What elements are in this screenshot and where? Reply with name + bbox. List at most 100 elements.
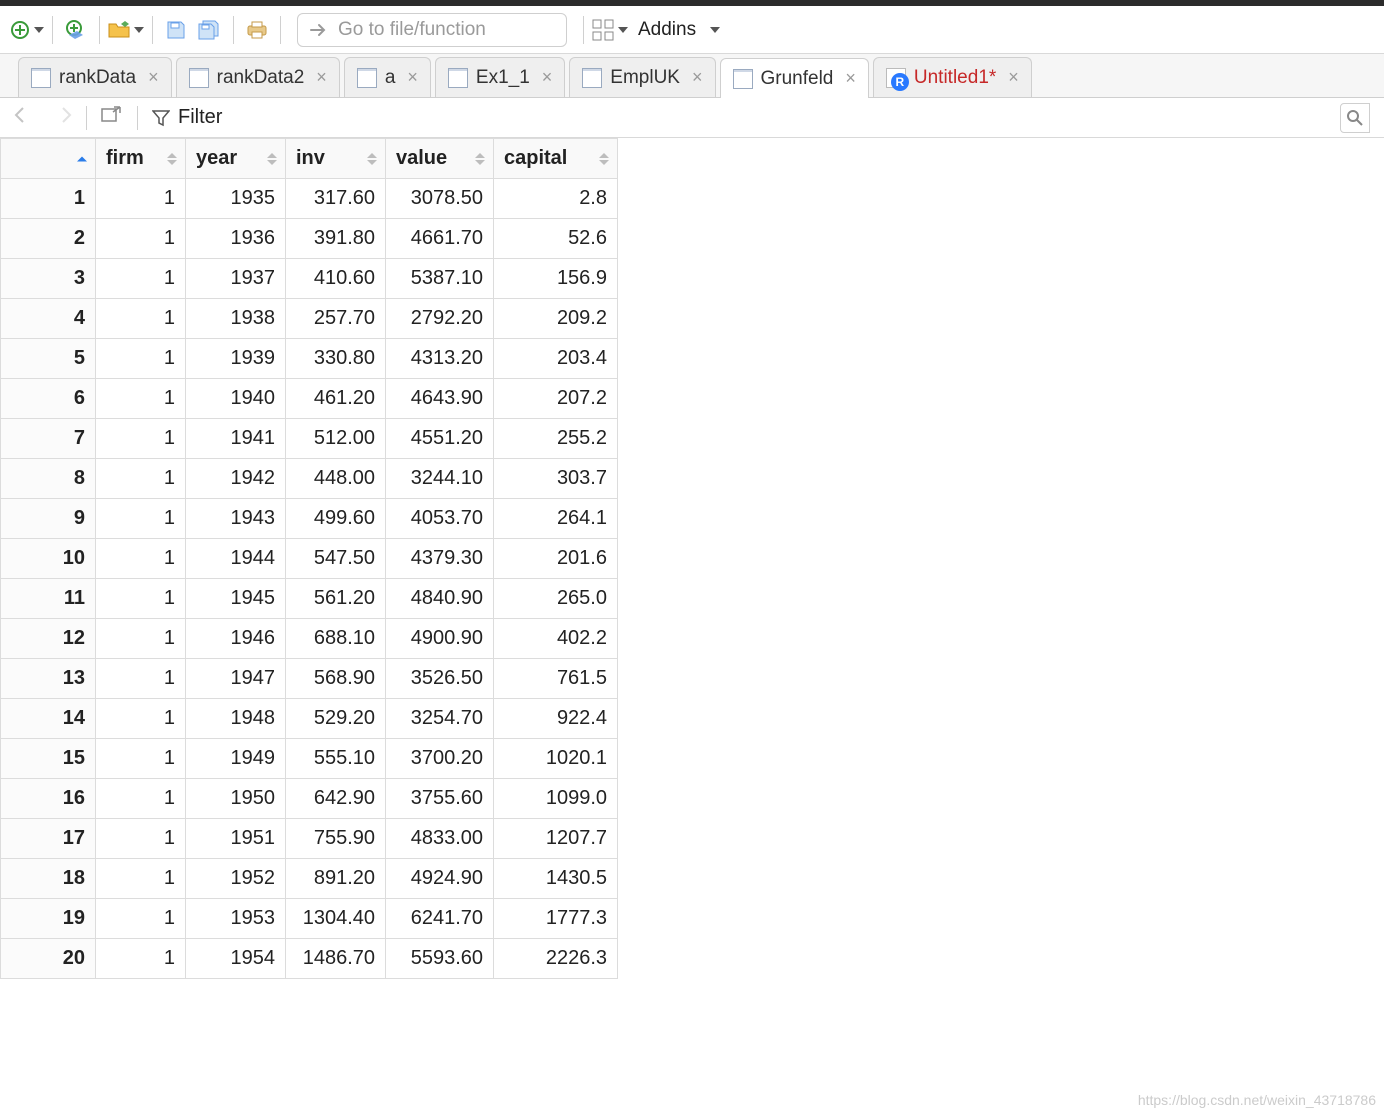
close-tab-icon[interactable]: ×: [1008, 67, 1019, 88]
cell-capital: 303.7: [494, 459, 618, 499]
popout-window-icon: [101, 106, 123, 124]
editor-tabs: rankData×rankData2×a×Ex1_1×EmplUK×Grunfe…: [0, 54, 1384, 98]
cell-rownum: 1: [1, 179, 96, 219]
cell-firm: 1: [96, 499, 186, 539]
cell-year: 1947: [186, 659, 286, 699]
column-label: firm: [106, 147, 144, 169]
tab-label: Grunfeld: [761, 68, 834, 90]
table-row[interactable]: 911943499.604053.70264.1: [1, 499, 618, 539]
table-row[interactable]: 1411948529.203254.70922.4: [1, 699, 618, 739]
column-header-value[interactable]: value: [386, 139, 494, 179]
cell-rownum: 14: [1, 699, 96, 739]
table-row[interactable]: 1711951755.904833.001207.7: [1, 819, 618, 859]
table-row[interactable]: 611940461.204643.90207.2: [1, 379, 618, 419]
tab-untitled1[interactable]: R Untitled1*×: [873, 57, 1032, 97]
cell-rownum: 13: [1, 659, 96, 699]
cell-inv: 330.80: [286, 339, 386, 379]
table-row[interactable]: 811942448.003244.10303.7: [1, 459, 618, 499]
close-tab-icon[interactable]: ×: [148, 67, 159, 88]
cell-rownum: 12: [1, 619, 96, 659]
new-project-button[interactable]: [61, 15, 91, 45]
table-row[interactable]: 1211946688.104900.90402.2: [1, 619, 618, 659]
cell-year: 1944: [186, 539, 286, 579]
cell-year: 1954: [186, 939, 286, 979]
cell-inv: 688.10: [286, 619, 386, 659]
cell-value: 4900.90: [386, 619, 494, 659]
tab-label: a: [385, 67, 396, 89]
tab-a[interactable]: a×: [344, 57, 431, 97]
open-file-button[interactable]: [108, 15, 144, 45]
close-tab-icon[interactable]: ×: [316, 67, 327, 88]
popout-button[interactable]: [101, 106, 123, 130]
table-row[interactable]: 19119531304.406241.701777.3: [1, 899, 618, 939]
cell-year: 1941: [186, 419, 286, 459]
table-row[interactable]: 311937410.605387.10156.9: [1, 259, 618, 299]
cell-year: 1949: [186, 739, 286, 779]
table-row[interactable]: 711941512.004551.20255.2: [1, 419, 618, 459]
cell-inv: 461.20: [286, 379, 386, 419]
cell-year: 1945: [186, 579, 286, 619]
table-row[interactable]: 1011944547.504379.30201.6: [1, 539, 618, 579]
column-header-rownum[interactable]: [1, 139, 96, 179]
table-row[interactable]: 1611950642.903755.601099.0: [1, 779, 618, 819]
table-row[interactable]: 111935317.603078.502.8: [1, 179, 618, 219]
save-all-button[interactable]: [195, 15, 225, 45]
cell-firm: 1: [96, 259, 186, 299]
cell-value: 4924.90: [386, 859, 494, 899]
column-header-inv[interactable]: inv: [286, 139, 386, 179]
search-table-button[interactable]: [1340, 103, 1370, 133]
close-tab-icon[interactable]: ×: [692, 67, 703, 88]
close-tab-icon[interactable]: ×: [845, 68, 856, 89]
cell-rownum: 4: [1, 299, 96, 339]
table-row[interactable]: 1111945561.204840.90265.0: [1, 579, 618, 619]
cell-rownum: 16: [1, 779, 96, 819]
close-tab-icon[interactable]: ×: [407, 67, 418, 88]
tab-rankdata2[interactable]: rankData2×: [176, 57, 340, 97]
column-header-capital[interactable]: capital: [494, 139, 618, 179]
cell-value: 3244.10: [386, 459, 494, 499]
separator: [583, 16, 584, 44]
separator: [152, 16, 153, 44]
data-frame-icon: [189, 68, 209, 88]
nav-forward-button[interactable]: [50, 106, 72, 130]
column-header-year[interactable]: year: [186, 139, 286, 179]
cell-inv: 547.50: [286, 539, 386, 579]
close-tab-icon[interactable]: ×: [542, 67, 553, 88]
cell-inv: 1486.70: [286, 939, 386, 979]
tab-empluk[interactable]: EmplUK×: [569, 57, 715, 97]
table-row[interactable]: 1511949555.103700.201020.1: [1, 739, 618, 779]
cell-inv: 410.60: [286, 259, 386, 299]
cell-year: 1942: [186, 459, 286, 499]
column-header-firm[interactable]: firm: [96, 139, 186, 179]
cell-firm: 1: [96, 899, 186, 939]
table-row[interactable]: 411938257.702792.20209.2: [1, 299, 618, 339]
cell-firm: 1: [96, 339, 186, 379]
cell-inv: 568.90: [286, 659, 386, 699]
nav-back-button[interactable]: [14, 106, 36, 130]
tab-label: Untitled1*: [914, 67, 996, 89]
open-folder-icon: [108, 20, 130, 40]
addins-label-text: Addins: [638, 19, 696, 40]
table-row[interactable]: 511939330.804313.20203.4: [1, 339, 618, 379]
table-row[interactable]: 211936391.804661.7052.6: [1, 219, 618, 259]
save-button[interactable]: [161, 15, 191, 45]
addins-menu[interactable]: Addins: [638, 19, 696, 41]
cell-rownum: 8: [1, 459, 96, 499]
table-row[interactable]: 1311947568.903526.50761.5: [1, 659, 618, 699]
cell-value: 4379.30: [386, 539, 494, 579]
tab-ex1_1[interactable]: Ex1_1×: [435, 57, 565, 97]
cell-year: 1951: [186, 819, 286, 859]
new-file-button[interactable]: [10, 15, 44, 45]
cell-firm: 1: [96, 819, 186, 859]
pane-layout-button[interactable]: [592, 15, 628, 45]
tab-grunfeld[interactable]: Grunfeld ×: [720, 58, 869, 98]
print-button[interactable]: [242, 15, 272, 45]
cell-capital: 1430.5: [494, 859, 618, 899]
separator: [233, 16, 234, 44]
tab-rankdata[interactable]: rankData×: [18, 57, 172, 97]
goto-file-function-input[interactable]: Go to file/function: [297, 13, 567, 47]
table-row[interactable]: 1811952891.204924.901430.5: [1, 859, 618, 899]
filter-button[interactable]: Filter: [152, 106, 222, 129]
table-row[interactable]: 20119541486.705593.602226.3: [1, 939, 618, 979]
cell-year: 1935: [186, 179, 286, 219]
